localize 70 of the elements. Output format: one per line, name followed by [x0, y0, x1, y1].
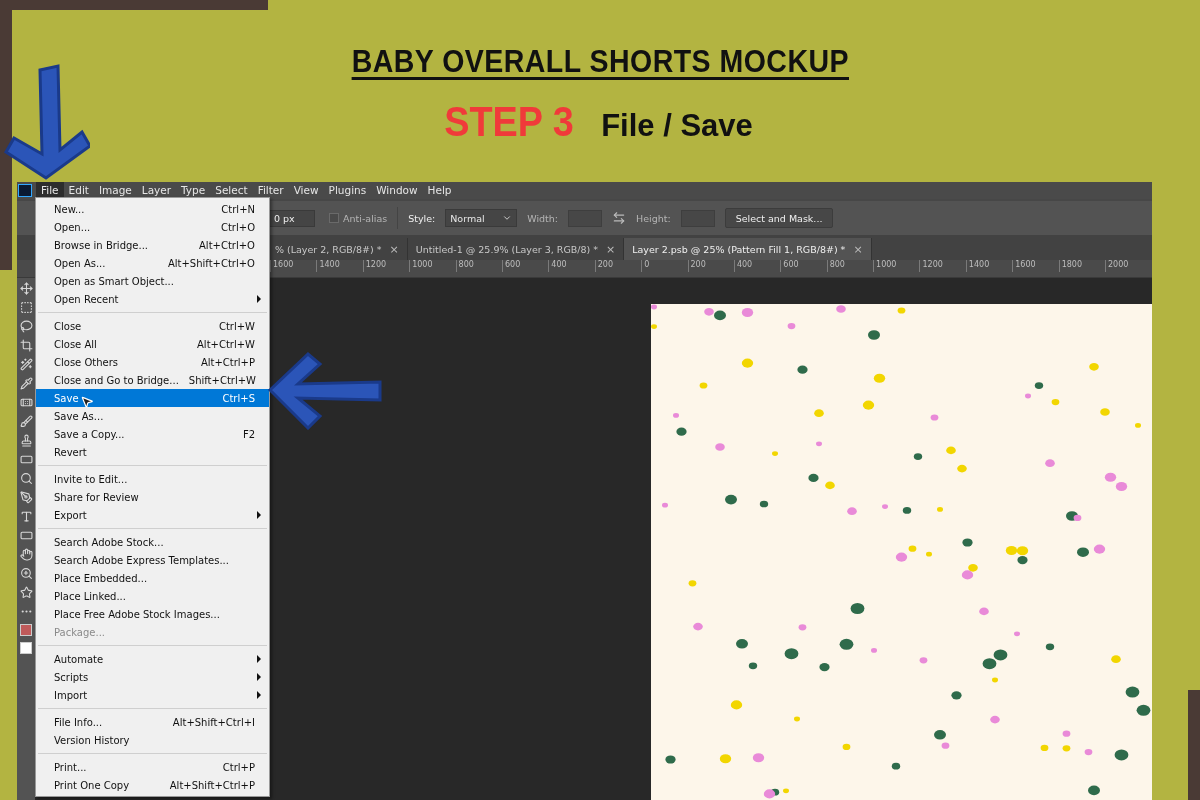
menu-title[interactable]: Plugins — [323, 182, 372, 199]
width-label: Width: — [527, 212, 559, 224]
menu-item[interactable]: Search Adobe Express Templates... — [36, 551, 269, 569]
menu-title[interactable]: Window — [371, 182, 423, 199]
hand-icon[interactable] — [19, 548, 33, 561]
background-color-swatch[interactable] — [20, 642, 32, 654]
move-icon[interactable] — [19, 282, 33, 295]
menu-item[interactable]: Invite to Edit... — [36, 470, 269, 488]
menu-item[interactable]: Place Free Adobe Stock Images... — [36, 605, 269, 623]
wand-icon[interactable] — [19, 358, 33, 371]
menu-item[interactable]: Close Ctrl+W — [36, 317, 269, 335]
select-and-mask-button[interactable]: Select and Mask... — [724, 208, 834, 228]
menu-item[interactable]: Save As... — [36, 407, 269, 425]
swap-icon[interactable] — [612, 211, 627, 225]
menu-item[interactable]: Close All Alt+Ctrl+W — [36, 335, 269, 353]
menu-item[interactable]: Open Recent — [36, 290, 269, 308]
type-icon[interactable] — [19, 510, 33, 523]
menu-item[interactable]: Scripts — [36, 668, 269, 686]
chevron-icon — [502, 213, 513, 223]
menu-item[interactable]: Browse in Bridge... Alt+Ctrl+O — [36, 236, 269, 254]
cursor-icon — [80, 395, 94, 409]
close-icon[interactable]: × — [606, 242, 616, 256]
style-label: Style: — [408, 212, 436, 224]
menu-title[interactable]: Edit — [63, 182, 94, 199]
stamp-icon[interactable] — [19, 434, 33, 447]
menu-title[interactable]: Image — [93, 182, 137, 199]
menu-item[interactable]: Close and Go to Bridge... Shift+Ctrl+W — [36, 371, 269, 389]
step-label: STEP 3 — [444, 98, 574, 146]
menu-title[interactable]: Select — [210, 182, 253, 199]
crop-icon[interactable] — [19, 339, 33, 352]
menu-item[interactable]: Share for Review — [36, 488, 269, 506]
pen-icon[interactable] — [19, 491, 33, 504]
style-dropdown[interactable]: Normal — [445, 209, 518, 227]
lasso-icon[interactable] — [19, 320, 33, 333]
menu-title[interactable]: Layer — [136, 182, 177, 199]
menu-title[interactable]: Help — [422, 182, 457, 199]
menu-item[interactable]: Revert — [36, 443, 269, 461]
marquee-icon[interactable] — [19, 301, 33, 314]
menu-item[interactable]: Print One Copy Alt+Shift+Ctrl+P — [36, 776, 269, 794]
close-icon[interactable]: × — [853, 242, 863, 256]
menu-item[interactable]: Import — [36, 686, 269, 704]
menu-item[interactable]: Place Embedded... — [36, 569, 269, 587]
menu-item[interactable]: Close Others Alt+Ctrl+P — [36, 353, 269, 371]
anti-alias-label: Anti-alias — [343, 212, 388, 224]
brush-icon[interactable] — [19, 415, 33, 428]
bandage-icon[interactable] — [19, 396, 33, 409]
step-instruction: File / Save — [601, 108, 753, 144]
close-icon[interactable]: × — [389, 242, 399, 256]
page-title: BABY OVERALL SHORTS MOCKUP — [351, 44, 849, 80]
arrow-icon — [268, 350, 382, 430]
menu-item[interactable]: Place Linked... — [36, 587, 269, 605]
app-logo-icon — [18, 184, 32, 197]
menu-item[interactable]: File Info... Alt+Shift+Ctrl+I — [36, 713, 269, 731]
menu-item[interactable]: Save a Copy... F2 — [36, 425, 269, 443]
menu-item[interactable]: Search Adobe Stock... — [36, 533, 269, 551]
zoom-icon[interactable] — [19, 567, 33, 580]
foreground-color-swatch[interactable] — [20, 624, 32, 636]
height-label: Height: — [636, 212, 671, 224]
eyedropper-icon[interactable] — [19, 377, 33, 390]
menu-item[interactable]: Save Ctrl+S — [36, 389, 269, 407]
menu-item[interactable]: Version History — [36, 731, 269, 749]
menu-item[interactable]: Export — [36, 506, 269, 524]
menu-item[interactable]: Automate — [36, 650, 269, 668]
menu-item[interactable]: Print... Ctrl+P — [36, 758, 269, 776]
star-icon[interactable] — [19, 586, 33, 599]
document-tab[interactable]: Layer 2.psb @ 25% (Pattern Fill 1, RGB/8#) * × — [624, 238, 872, 260]
rectangle-icon[interactable] — [19, 529, 33, 542]
menu-title[interactable]: Filter — [252, 182, 289, 199]
menu-title[interactable]: Type — [176, 182, 211, 199]
menu-title[interactable]: View — [288, 182, 324, 199]
